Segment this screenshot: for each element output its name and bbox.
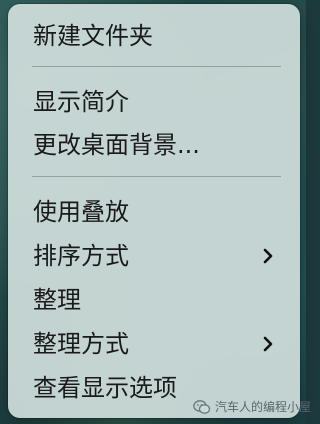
chevron-right-icon [263, 248, 273, 264]
menu-item-clean-up[interactable]: 整理 [8, 280, 300, 320]
menu-item-label: 显示简介 [33, 88, 129, 116]
menu-item-clean-up-by[interactable]: 整理方式 [8, 324, 300, 364]
menu-item-label: 排序方式 [33, 242, 129, 270]
menu-separator [32, 176, 281, 177]
menu-item-label: 新建文件夹 [33, 22, 153, 50]
menu-item-sort-by[interactable]: 排序方式 [8, 236, 300, 276]
desktop-context-menu: 新建文件夹 显示简介 更改桌面背景... 使用叠放 排序方式 整理 整理方式 查… [8, 4, 300, 418]
menu-item-label: 使用叠放 [33, 198, 129, 226]
menu-item-new-folder[interactable]: 新建文件夹 [8, 16, 300, 56]
menu-item-label: 更改桌面背景... [33, 131, 200, 159]
menu-item-change-desktop-background[interactable]: 更改桌面背景... [8, 125, 300, 165]
watermark-text: 汽车人的编程小屋 [215, 400, 312, 414]
menu-item-get-info[interactable]: 显示简介 [8, 82, 300, 122]
watermark: 汽车人的编程小屋 [193, 398, 311, 416]
menu-separator [32, 66, 281, 67]
chevron-right-icon [263, 336, 273, 352]
wechat-logo-icon [193, 400, 211, 414]
menu-item-label: 整理方式 [33, 330, 129, 358]
menu-item-label: 整理 [33, 286, 81, 314]
menu-item-use-stacks[interactable]: 使用叠放 [8, 192, 300, 232]
menu-item-label: 查看显示选项 [33, 374, 177, 402]
